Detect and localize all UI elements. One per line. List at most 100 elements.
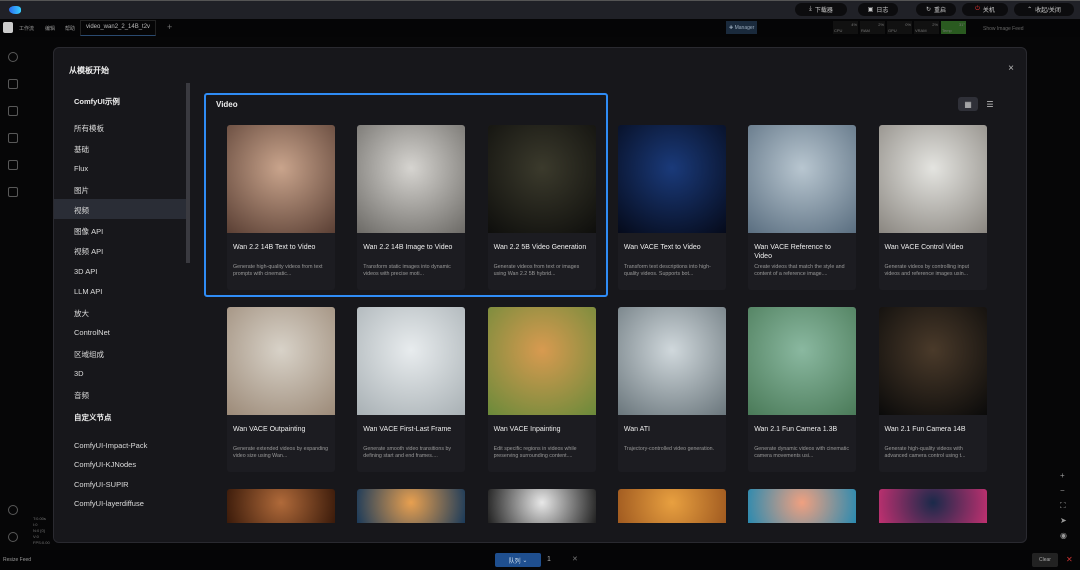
template-modal: 从模板开始 × ComfyUI示例 所有模板 基础 Flux 图片 视频 图像 API 视频… <box>53 47 1027 543</box>
template-thumbnail <box>748 489 857 523</box>
template-description: Generate high-quality videos with advanc… <box>884 446 966 459</box>
titlebar-button-1[interactable]: ▣ 日志 <box>858 3 898 16</box>
sidebar-item[interactable]: LLM API <box>54 281 186 301</box>
sidebar-item-custom[interactable]: ComfyUI-Impact-Pack <box>54 435 186 455</box>
sidebar-item[interactable]: 图像 API <box>54 220 186 240</box>
monitor-label: RAM <box>861 28 870 33</box>
sidebar-item[interactable]: Flux <box>54 158 186 178</box>
sidebar-item-custom[interactable]: ComfyUI-layerdiffuse <box>54 493 186 513</box>
template-card[interactable] <box>227 489 335 523</box>
sidebar-item[interactable]: 区域组成 <box>54 343 186 363</box>
template-thumbnail <box>487 125 596 233</box>
template-thumbnail <box>487 307 596 415</box>
template-sidebar: ComfyUI示例 所有模板 基础 Flux 图片 视频 图像 API 视频 API 3D A… <box>54 83 190 542</box>
template-title: Wan 2.2 14B Image to Video <box>363 244 453 251</box>
template-card[interactable] <box>617 489 726 523</box>
template-card[interactable] <box>357 489 466 523</box>
zoom-in-icon[interactable]: + <box>1060 468 1067 483</box>
link-icon[interactable]: ◉ <box>1060 528 1067 543</box>
template-description: Generate extended videos by expanding vi… <box>233 446 329 459</box>
template-card[interactable] <box>487 489 596 523</box>
template-title: Wan VACE Inpainting <box>493 426 561 433</box>
modal-title: 从模板开始 <box>69 66 109 75</box>
monitor-value: 2% <box>878 22 884 27</box>
template-card[interactable]: Wan 2.1 Fun Camera 14B Generate high-qual… <box>878 307 987 472</box>
template-card[interactable]: Wan VACE Inpainting Edit specific regions… <box>487 307 596 472</box>
sidebar-item-custom[interactable]: ComfyUI-SUPIR <box>54 474 186 494</box>
sidebar-scrollbar[interactable] <box>186 83 190 263</box>
monitor-value: 0% <box>905 22 911 27</box>
sidebar-item[interactable]: 图片 <box>54 179 186 199</box>
sidebar-item-custom[interactable]: ComfyUI-KJNodes <box>54 454 186 474</box>
template-card[interactable]: Wan ATI Trajectory-controlled video gener… <box>617 307 726 472</box>
sidebar-item[interactable]: ControlNet <box>54 322 186 342</box>
sidebar-item[interactable]: 所有模板 <box>54 117 186 137</box>
menu-help[interactable]: 帮助 <box>65 25 75 32</box>
sidebar-item[interactable]: 视频 <box>54 199 186 219</box>
template-thumbnail <box>617 489 726 523</box>
template-card[interactable] <box>748 489 857 523</box>
chevron-up-icon: ⌃ <box>1027 7 1033 13</box>
template-title: Wan VACE Outpainting <box>233 426 306 433</box>
sidebar-item[interactable]: 基础 <box>54 138 186 158</box>
monitor-label: VRAM <box>915 28 927 33</box>
sidebar-item[interactable]: 3D API <box>54 261 186 281</box>
template-description: Trajectory-controlled video generation. <box>623 446 715 452</box>
grid-view-button[interactable]: ▦ <box>958 97 978 111</box>
template-title: Wan VACE Reference to Video <box>754 244 831 260</box>
fit-icon[interactable]: ⛶ <box>1060 498 1067 513</box>
pointer-icon[interactable]: ➤ <box>1060 513 1067 528</box>
titlebar-button-label: 重启 <box>934 8 947 14</box>
close-icon[interactable]: × <box>1008 63 1014 74</box>
queue-button[interactable]: 队列 ⌄ <box>495 553 541 567</box>
show-image-feed-button[interactable]: Show Image Feed <box>983 26 1024 32</box>
sidebar-item[interactable]: 音频 <box>54 384 186 404</box>
monitor-label: CPU <box>834 28 843 33</box>
manager-button[interactable]: ✚ Manager <box>726 21 758 34</box>
template-card[interactable]: Wan 2.2 5B Video Generation Generate vide… <box>487 125 596 290</box>
batch-count-input[interactable]: 1 <box>547 556 551 563</box>
template-card[interactable]: Wan VACE Reference to Video Create videos… <box>748 125 857 290</box>
sidebar-item[interactable]: 3D <box>54 363 186 383</box>
resize-feed-button[interactable]: Resize Feed <box>3 557 31 563</box>
grid-icon: ▦ <box>964 99 972 109</box>
template-description: Create videos that match the style and c… <box>754 264 845 277</box>
template-card[interactable]: Wan VACE First-Last Frame Generate smooth… <box>357 307 466 472</box>
template-description: Generate high-quality videos from text p… <box>233 264 323 277</box>
monitor-ram: RAM 2% <box>860 21 885 34</box>
canvas-tools: + − ⛶ ➤ ◉ <box>1060 468 1067 543</box>
sidebar-item[interactable]: 放大 <box>54 302 186 322</box>
menu-edit[interactable]: 编辑 <box>45 25 55 32</box>
clear-button[interactable]: Clear <box>1032 553 1058 567</box>
template-thumbnail <box>487 489 596 523</box>
template-card[interactable]: Wan 2.2 14B Image to Video Transform stat… <box>357 125 466 290</box>
titlebar-button-3[interactable]: ⏻ 关机 <box>962 3 1008 16</box>
close-feed-icon[interactable]: ✕ <box>1066 555 1073 564</box>
queue-label: 队列 <box>508 558 521 565</box>
zoom-out-icon[interactable]: − <box>1060 483 1067 498</box>
cancel-icon[interactable]: ✕ <box>572 555 578 563</box>
template-thumbnail <box>357 125 466 233</box>
new-tab-button[interactable]: + <box>167 22 172 32</box>
template-description: Generate videos from text or images usin… <box>493 264 580 277</box>
template-card[interactable]: Wan 2.1 Fun Camera 1.3B Generate dynamic … <box>748 307 857 472</box>
list-view-button[interactable]: ☰ <box>980 97 1000 111</box>
monitor-value: 4% <box>851 22 857 27</box>
log-icon: ▣ <box>867 7 874 13</box>
sidebar-item[interactable]: 视频 API <box>54 240 186 260</box>
menu-workflow[interactable]: 工作流 <box>19 25 34 32</box>
template-thumbnail <box>357 489 466 523</box>
titlebar-button-0[interactable]: ⤓ 下载器 <box>795 3 847 16</box>
template-card[interactable]: Wan 2.2 14B Text to Video Generate high-q… <box>227 125 335 290</box>
monitor-label: GPU <box>888 28 897 33</box>
titlebar-button-4[interactable]: ⌃ 收起/关闭 <box>1014 3 1074 16</box>
template-description: Transform static images into dynamic vid… <box>363 264 451 277</box>
app-logo <box>9 6 21 14</box>
template-thumbnail <box>878 125 987 233</box>
workflow-tab[interactable]: video_wan2_2_14B_t2v <box>80 20 156 36</box>
template-card[interactable] <box>878 489 987 523</box>
titlebar-button-2[interactable]: ↻ 重启 <box>916 3 956 16</box>
template-card[interactable]: Wan VACE Text to Video Transform text des… <box>617 125 726 290</box>
template-card[interactable]: Wan VACE Outpainting Generate extended vi… <box>227 307 335 472</box>
template-card[interactable]: Wan VACE Control Video Generate videos by… <box>878 125 987 290</box>
